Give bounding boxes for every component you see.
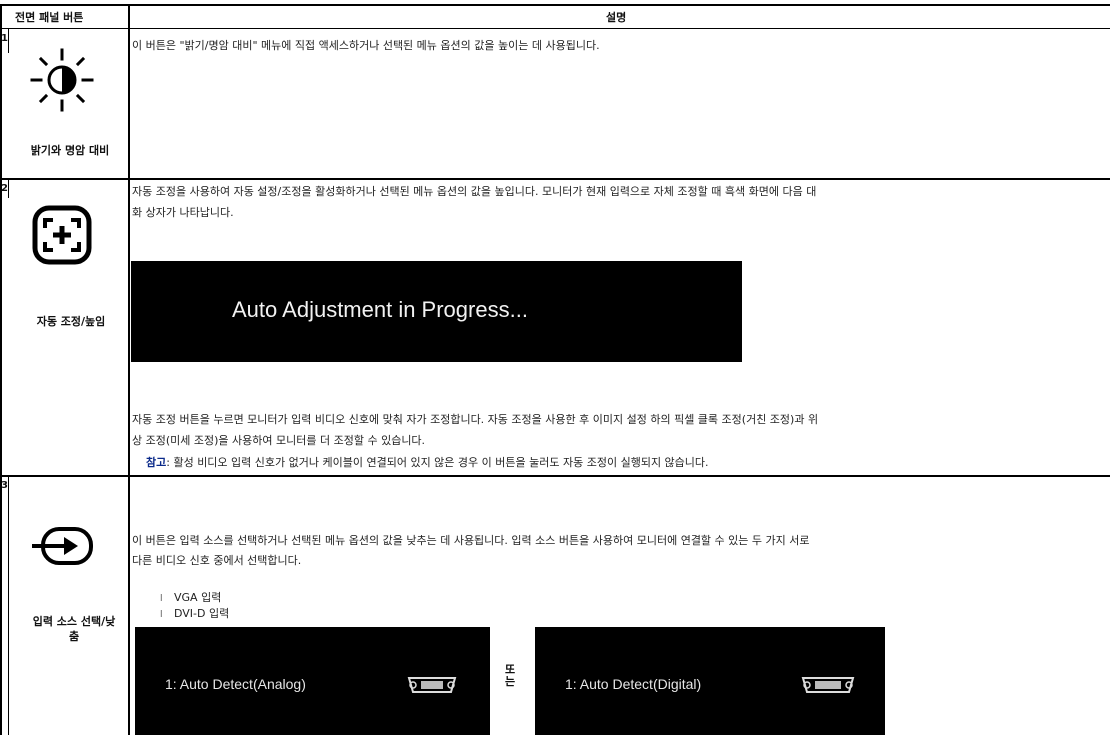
header-description-column: 설명 bbox=[606, 11, 627, 24]
row-description-line: 다른 비디오 신호 중에서 선택합니다. bbox=[132, 554, 302, 567]
osd-digital-dialog: 1: Auto Detect(Digital) bbox=[535, 627, 885, 735]
table-row-divider bbox=[0, 178, 1110, 180]
row-number: 2 bbox=[1, 183, 8, 194]
table-column-divider bbox=[128, 4, 130, 735]
header-button-column: 전면 패널 버튼 bbox=[15, 11, 84, 24]
vga-connector-icon bbox=[407, 677, 457, 693]
table-row-divider bbox=[0, 475, 1110, 477]
osd-analog-dialog: 1: Auto Detect(Analog) bbox=[135, 627, 490, 735]
note-label: 참고 bbox=[146, 456, 167, 469]
button-label: 밝기와 명암 대비 bbox=[30, 144, 110, 157]
row-number: 1 bbox=[1, 33, 8, 44]
note: 참고: 활성 비디오 입력 신호가 없거나 케이블이 연결되어 있지 않은 경우… bbox=[146, 452, 709, 473]
note-text: : 활성 비디오 입력 신호가 없거나 케이블이 연결되어 있지 않은 경우 이… bbox=[166, 456, 709, 469]
osd-message: Auto Adjustment in Progress... bbox=[232, 297, 528, 322]
osd-auto-adjust-dialog: Auto Adjustment in Progress... bbox=[131, 261, 742, 362]
osd-analog-text: 1: Auto Detect(Analog) bbox=[165, 676, 306, 692]
list-item: l DVI-D 입력 bbox=[160, 607, 230, 620]
brightness-contrast-icon bbox=[30, 48, 94, 112]
number-column-divider bbox=[8, 180, 9, 198]
dvi-connector-icon bbox=[801, 677, 855, 693]
table-header-divider bbox=[0, 28, 1110, 29]
table-border-top bbox=[0, 4, 1110, 6]
number-column-divider bbox=[8, 29, 9, 53]
row-description-line: 이 버튼은 입력 소스를 선택하거나 선택된 메뉴 옵션의 값을 낮추는 데 사… bbox=[132, 534, 810, 547]
number-column-divider bbox=[8, 477, 9, 735]
row-paragraph-line: 상 조정(미세 조정)을 사용하여 모니터를 더 조정할 수 있습니다. bbox=[132, 434, 426, 447]
row-paragraph-line: 자동 조정 버튼을 누르면 모니터가 입력 비디오 신호에 맞춰 자가 조정합니… bbox=[132, 413, 819, 426]
row-description-line: 자동 조정을 사용하여 자동 설정/조정을 활성화하거나 선택된 메뉴 옵션의 … bbox=[132, 185, 817, 198]
row-description: 이 버튼은 "밝기/명암 대비" 메뉴에 직접 액세스하거나 선택된 메뉴 옵션… bbox=[132, 39, 600, 52]
osd-digital-text: 1: Auto Detect(Digital) bbox=[565, 676, 702, 692]
button-label: 자동 조정/높임 bbox=[36, 315, 106, 328]
table-border-left bbox=[0, 4, 2, 735]
row-number: 3 bbox=[1, 480, 8, 491]
list-item: l VGA 입력 bbox=[160, 591, 222, 604]
or-separator: 또는 bbox=[504, 663, 516, 688]
input-source-icon bbox=[32, 527, 93, 565]
button-label: 입력 소스 선택/낮춤 bbox=[32, 615, 116, 643]
row-description-line: 화 상자가 나타납니다. bbox=[132, 206, 234, 219]
auto-adjust-icon bbox=[32, 205, 92, 265]
